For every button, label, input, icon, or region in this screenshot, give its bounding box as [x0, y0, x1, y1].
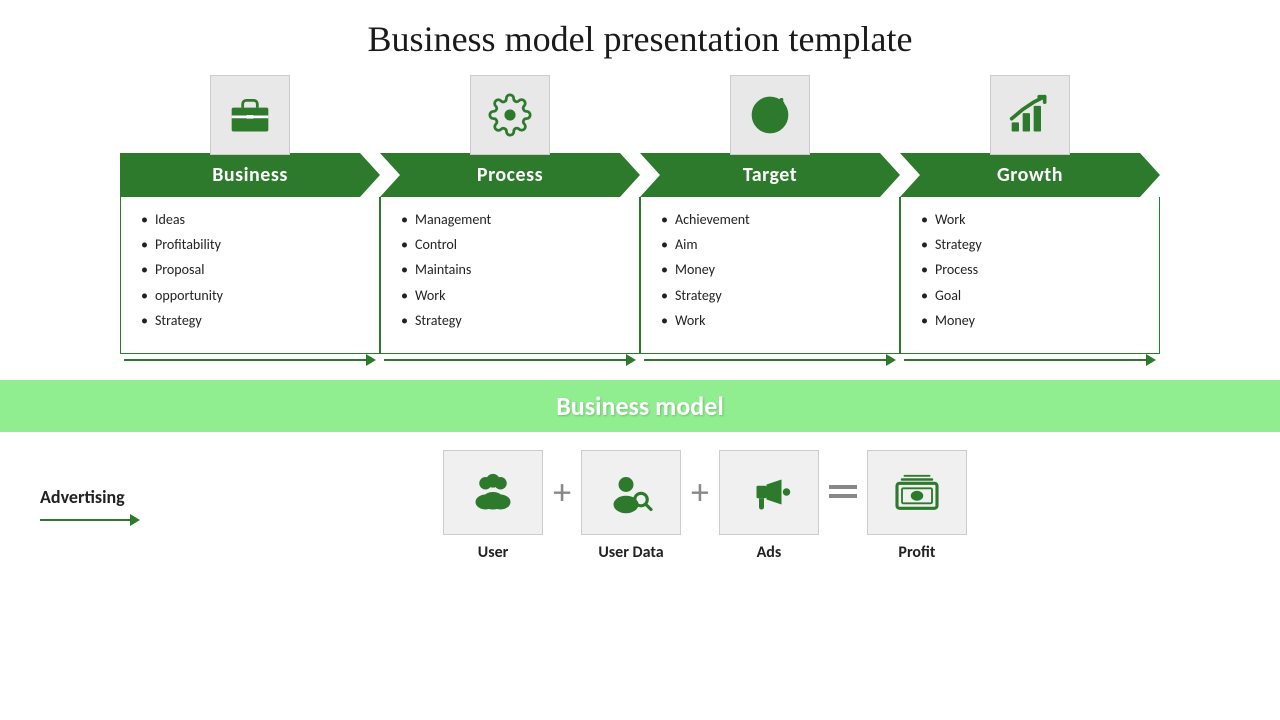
- target-icon: [748, 93, 792, 137]
- list-item: Maintains: [401, 257, 627, 282]
- business-list: Ideas Profitability Proposal opportunity…: [141, 207, 367, 333]
- business-model-banner: Business model: [0, 380, 1280, 432]
- process-icon-box: [470, 75, 550, 155]
- advertising-label: Advertising: [40, 486, 125, 508]
- process-content: Management Control Maintains Work Strate…: [380, 197, 640, 354]
- bottom-section: Advertising User +: [0, 432, 1280, 562]
- megaphone-icon: [744, 467, 794, 517]
- bottom-item-profit: Profit: [867, 450, 967, 562]
- money-icon: [892, 467, 942, 517]
- list-item: Control: [401, 232, 627, 257]
- business-banner: Business: [120, 153, 380, 197]
- list-item: Money: [921, 308, 1147, 333]
- plus-operator-2: +: [691, 474, 709, 510]
- plus-operator-1: +: [553, 474, 571, 510]
- process-banner: Process: [380, 153, 640, 197]
- growth-list: Work Strategy Process Goal Money: [921, 207, 1147, 333]
- growth-arrow: [900, 354, 1160, 366]
- user-label: User: [478, 543, 509, 562]
- business-arrow: [120, 354, 380, 366]
- list-item: Strategy: [141, 308, 367, 333]
- list-item: Ideas: [141, 207, 367, 232]
- list-item: Process: [921, 257, 1147, 282]
- target-label: Target: [743, 163, 797, 187]
- target-arrow: [640, 354, 900, 366]
- list-item: Work: [401, 283, 627, 308]
- list-item: Achievement: [661, 207, 887, 232]
- gear-icon: [488, 93, 532, 137]
- users-icon: [468, 467, 518, 517]
- growth-label: Growth: [997, 163, 1063, 187]
- growth-icon-box: [990, 75, 1070, 155]
- advertising-arrow: [40, 514, 140, 526]
- list-item: Money: [661, 257, 887, 282]
- page-title: Business model presentation template: [0, 0, 1280, 70]
- target-list: Achievement Aim Money Strategy Work: [661, 207, 887, 333]
- business-icon-box: [210, 75, 290, 155]
- list-item: Goal: [921, 283, 1147, 308]
- list-item: Management: [401, 207, 627, 232]
- userdata-icon-box: [581, 450, 681, 535]
- bottom-item-user: User: [443, 450, 543, 562]
- target-content: Achievement Aim Money Strategy Work: [640, 197, 900, 354]
- ads-icon-box: [719, 450, 819, 535]
- cards-section: Business Ideas Profitability Proposal op…: [0, 75, 1280, 366]
- growth-banner: Growth: [900, 153, 1160, 197]
- card-process: Process Management Control Maintains Wor…: [380, 75, 640, 366]
- bottom-item-userdata: User Data: [581, 450, 681, 562]
- target-icon-box: [730, 75, 810, 155]
- process-arrow: [380, 354, 640, 366]
- ads-label: Ads: [757, 543, 782, 562]
- business-model-label: Business model: [556, 390, 724, 422]
- user-search-icon: [606, 467, 656, 517]
- advertising-section: Advertising: [40, 486, 170, 526]
- growth-content: Work Strategy Process Goal Money: [900, 197, 1160, 354]
- equals-operator: [829, 485, 857, 498]
- list-item: Aim: [661, 232, 887, 257]
- target-banner: Target: [640, 153, 900, 197]
- profit-label: Profit: [898, 543, 935, 562]
- chart-icon: [1008, 93, 1052, 137]
- list-item: opportunity: [141, 283, 367, 308]
- bottom-items-row: User + User Data +: [170, 450, 1240, 562]
- list-item: Work: [921, 207, 1147, 232]
- list-item: Profitability: [141, 232, 367, 257]
- list-item: Strategy: [921, 232, 1147, 257]
- business-label: Business: [212, 163, 288, 187]
- list-item: Strategy: [661, 283, 887, 308]
- list-item: Proposal: [141, 257, 367, 282]
- briefcase-icon: [228, 93, 272, 137]
- card-business: Business Ideas Profitability Proposal op…: [120, 75, 380, 366]
- business-content: Ideas Profitability Proposal opportunity…: [120, 197, 380, 354]
- userdata-label: User Data: [598, 543, 663, 562]
- card-target: Target Achievement Aim Money Strategy Wo…: [640, 75, 900, 366]
- user-icon-box: [443, 450, 543, 535]
- process-list: Management Control Maintains Work Strate…: [401, 207, 627, 333]
- list-item: Strategy: [401, 308, 627, 333]
- bottom-item-ads: Ads: [719, 450, 819, 562]
- process-label: Process: [477, 163, 543, 187]
- list-item: Work: [661, 308, 887, 333]
- profit-icon-box: [867, 450, 967, 535]
- card-growth: Growth Work Strategy Process Goal Money: [900, 75, 1160, 366]
